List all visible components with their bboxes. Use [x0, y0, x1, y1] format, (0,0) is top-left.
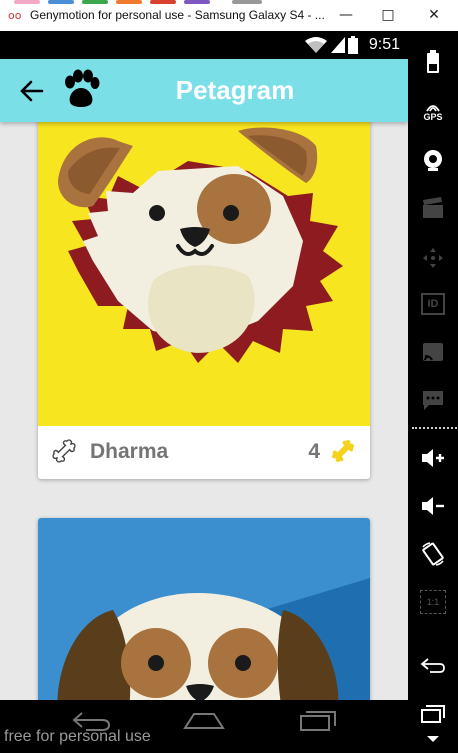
- gps-label: GPS: [423, 112, 443, 122]
- app-title: Petagram: [175, 75, 295, 105]
- window-title: Genymotion for personal use - Samsung Ga…: [30, 8, 325, 22]
- bone-outline-icon[interactable]: [49, 436, 79, 466]
- home-nav-icon[interactable]: [182, 710, 226, 732]
- app-bar: Petagram: [0, 59, 408, 122]
- taskbar-strip: [0, 0, 280, 4]
- phone-screen: 9:51 Petagram Dharma 4: [0, 31, 408, 700]
- emulator-toolbar: GPS ID 1:1: [408, 31, 458, 753]
- minimize-button[interactable]: —: [332, 4, 360, 26]
- volume-up-icon[interactable]: [418, 443, 448, 473]
- pet-card[interactable]: [38, 518, 370, 700]
- recents-nav-icon[interactable]: [298, 710, 338, 732]
- menu-icon[interactable]: [418, 729, 448, 749]
- pet-card[interactable]: Dharma 4: [38, 101, 370, 479]
- rotate-icon[interactable]: [418, 539, 448, 569]
- battery-icon[interactable]: [418, 47, 448, 77]
- sms-icon[interactable]: [418, 385, 448, 415]
- id-icon[interactable]: ID: [418, 289, 448, 319]
- close-button[interactable]: ✕: [420, 4, 448, 26]
- toolbar-divider: [412, 427, 458, 429]
- pet-name: Dharma: [90, 440, 169, 463]
- signal-icon: [331, 37, 345, 53]
- status-bar: 9:51: [0, 31, 408, 59]
- watermark-text: free for personal use: [4, 728, 151, 745]
- webcam-icon[interactable]: [418, 145, 448, 175]
- status-time: 9:51: [368, 36, 400, 53]
- like-count: 4: [308, 440, 320, 463]
- battery-status-icon: [348, 36, 358, 54]
- dog-illustration: [38, 101, 370, 426]
- back-icon[interactable]: [418, 651, 448, 681]
- window-titlebar: oo Genymotion for personal use - Samsung…: [0, 0, 458, 31]
- bone-rating-icon: [332, 440, 354, 462]
- maximize-button[interactable]: □: [374, 4, 402, 26]
- volume-down-icon[interactable]: [418, 491, 448, 521]
- genymotion-app-icon: oo: [8, 9, 22, 22]
- scale-icon[interactable]: 1:1: [418, 587, 448, 617]
- dog-illustration: [38, 518, 370, 700]
- cast-icon[interactable]: [418, 337, 448, 367]
- recent-apps-icon[interactable]: [418, 699, 448, 729]
- pet-card-footer: Dharma 4: [38, 426, 370, 478]
- dpad-icon[interactable]: [418, 243, 448, 273]
- wifi-icon: [305, 37, 327, 53]
- clapper-icon[interactable]: [418, 193, 448, 223]
- gps-icon[interactable]: GPS: [418, 97, 448, 127]
